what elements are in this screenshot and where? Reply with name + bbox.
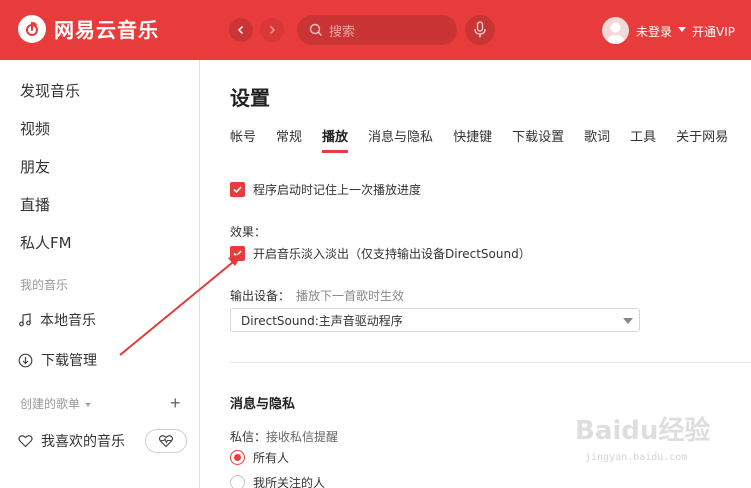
settings-tabs: 帐号 常规 播放 消息与隐私 快捷键 下载设置 歌词 工具 关于网易 (230, 126, 748, 153)
radio-everyone[interactable] (230, 450, 245, 465)
output-device-label: 输出设备： (230, 289, 291, 303)
voice-search-button[interactable] (465, 15, 495, 45)
radio-dot (234, 454, 241, 461)
caret-down-icon[interactable] (678, 27, 686, 32)
sidebar-item-label: 下载管理 (41, 353, 97, 369)
sidebar-item-live[interactable]: 直播 (20, 194, 50, 215)
divider (230, 362, 751, 363)
tab-tools[interactable]: 工具 (630, 126, 656, 153)
sidebar-item-video[interactable]: 视频 (20, 118, 50, 139)
resume-progress-checkbox[interactable] (230, 182, 245, 197)
created-playlists-toggle[interactable]: 创建的歌单 (20, 395, 92, 412)
private-option-everyone[interactable]: 所有人 (230, 449, 289, 466)
resume-progress-label: 程序启动时记住上一次播放进度 (253, 183, 422, 197)
tab-general[interactable]: 常规 (276, 126, 302, 153)
app-name: 网易云音乐 (54, 18, 159, 42)
tab-about[interactable]: 关于网易 (676, 126, 728, 153)
music-note-icon (19, 313, 31, 327)
sidebar-item-discover[interactable]: 发现音乐 (20, 80, 80, 101)
output-device-value: DirectSound:主声音驱动程序 (241, 313, 403, 328)
chevron-left-icon (237, 25, 244, 35)
private-option-following[interactable]: 我所关注的人 (230, 474, 325, 488)
chevron-right-icon (269, 25, 276, 35)
tab-playback[interactable]: 播放 (322, 126, 349, 153)
sidebar: 发现音乐 视频 朋友 直播 私人FM 我的音乐 本地音乐 下载管理 创建的歌单 … (0, 60, 200, 488)
sidebar-item-downloads[interactable]: 下载管理 (18, 350, 97, 370)
search-icon (309, 23, 322, 36)
output-device-hint: 播放下一首歌时生效 (296, 289, 405, 303)
fade-option[interactable]: 开启音乐淡入淡出（仅支持输出设备DirectSound） (230, 245, 531, 262)
microphone-icon (474, 21, 486, 38)
chevron-down-icon (623, 318, 633, 324)
fade-label: 开启音乐淡入淡出（仅支持输出设备DirectSound） (253, 247, 531, 261)
resume-progress-option[interactable]: 程序启动时记住上一次播放进度 (230, 181, 421, 198)
effects-label: 效果： (230, 225, 267, 239)
fade-checkbox[interactable] (230, 246, 245, 261)
login-link[interactable]: 未登录 (636, 23, 672, 40)
output-device-select[interactable]: DirectSound:主声音驱动程序 (230, 308, 640, 332)
radio-label: 所有人 (253, 451, 290, 465)
sidebar-item-local-music[interactable]: 本地音乐 (18, 310, 96, 330)
tab-shortcuts[interactable]: 快捷键 (453, 126, 492, 153)
private-msg-hint: 接收私信提醒 (266, 430, 339, 444)
tab-messages-privacy[interactable]: 消息与隐私 (368, 126, 433, 153)
tab-download-settings[interactable]: 下载设置 (512, 126, 564, 153)
heart-icon (18, 435, 33, 448)
caret-down-icon (85, 402, 92, 407)
user-avatar-icon (606, 22, 625, 44)
watermark-url: jingyan.baidu.com (585, 452, 688, 463)
created-playlists-title: 创建的歌单 (20, 397, 81, 411)
tab-lyrics[interactable]: 歌词 (584, 126, 610, 153)
privacy-section-title: 消息与隐私 (230, 397, 296, 412)
add-playlist-button[interactable]: + (170, 394, 181, 412)
forward-button[interactable] (260, 18, 284, 42)
page-title: 设置 (230, 86, 270, 110)
netease-logo-icon (18, 14, 46, 43)
sidebar-item-friends[interactable]: 朋友 (20, 156, 50, 177)
private-msg-label: 私信： (230, 430, 267, 444)
search-placeholder: 搜索 (329, 24, 356, 40)
heart-mode-button[interactable] (145, 429, 187, 453)
back-button[interactable] (229, 18, 253, 42)
radio-label: 我所关注的人 (253, 476, 326, 488)
tab-account[interactable]: 帐号 (230, 126, 256, 153)
radio-following[interactable] (230, 475, 245, 488)
sidebar-item-label: 本地音乐 (40, 313, 96, 329)
vip-link[interactable]: 开通VIP (692, 23, 735, 40)
my-music-title: 我的音乐 (20, 278, 69, 292)
avatar[interactable] (602, 17, 629, 44)
app-logo[interactable]: 网易云音乐 (18, 14, 159, 43)
sidebar-item-liked-music[interactable]: 我喜欢的音乐 (18, 431, 125, 451)
sidebar-item-label: 我喜欢的音乐 (41, 434, 125, 450)
top-bar: 网易云音乐 搜索 未登录 开通VIP (0, 0, 751, 60)
private-msg-row: 私信：接收私信提醒 (230, 428, 338, 445)
search-input[interactable]: 搜索 (297, 15, 457, 45)
watermark-logo: Baidu经验 (575, 416, 711, 446)
checkmark-icon (233, 186, 242, 194)
checkmark-icon (233, 250, 242, 258)
output-device-row: 输出设备： 播放下一首歌时生效 (230, 287, 404, 304)
download-icon (18, 353, 33, 367)
sidebar-item-fm[interactable]: 私人FM (20, 232, 72, 253)
heartbeat-icon (158, 435, 174, 448)
